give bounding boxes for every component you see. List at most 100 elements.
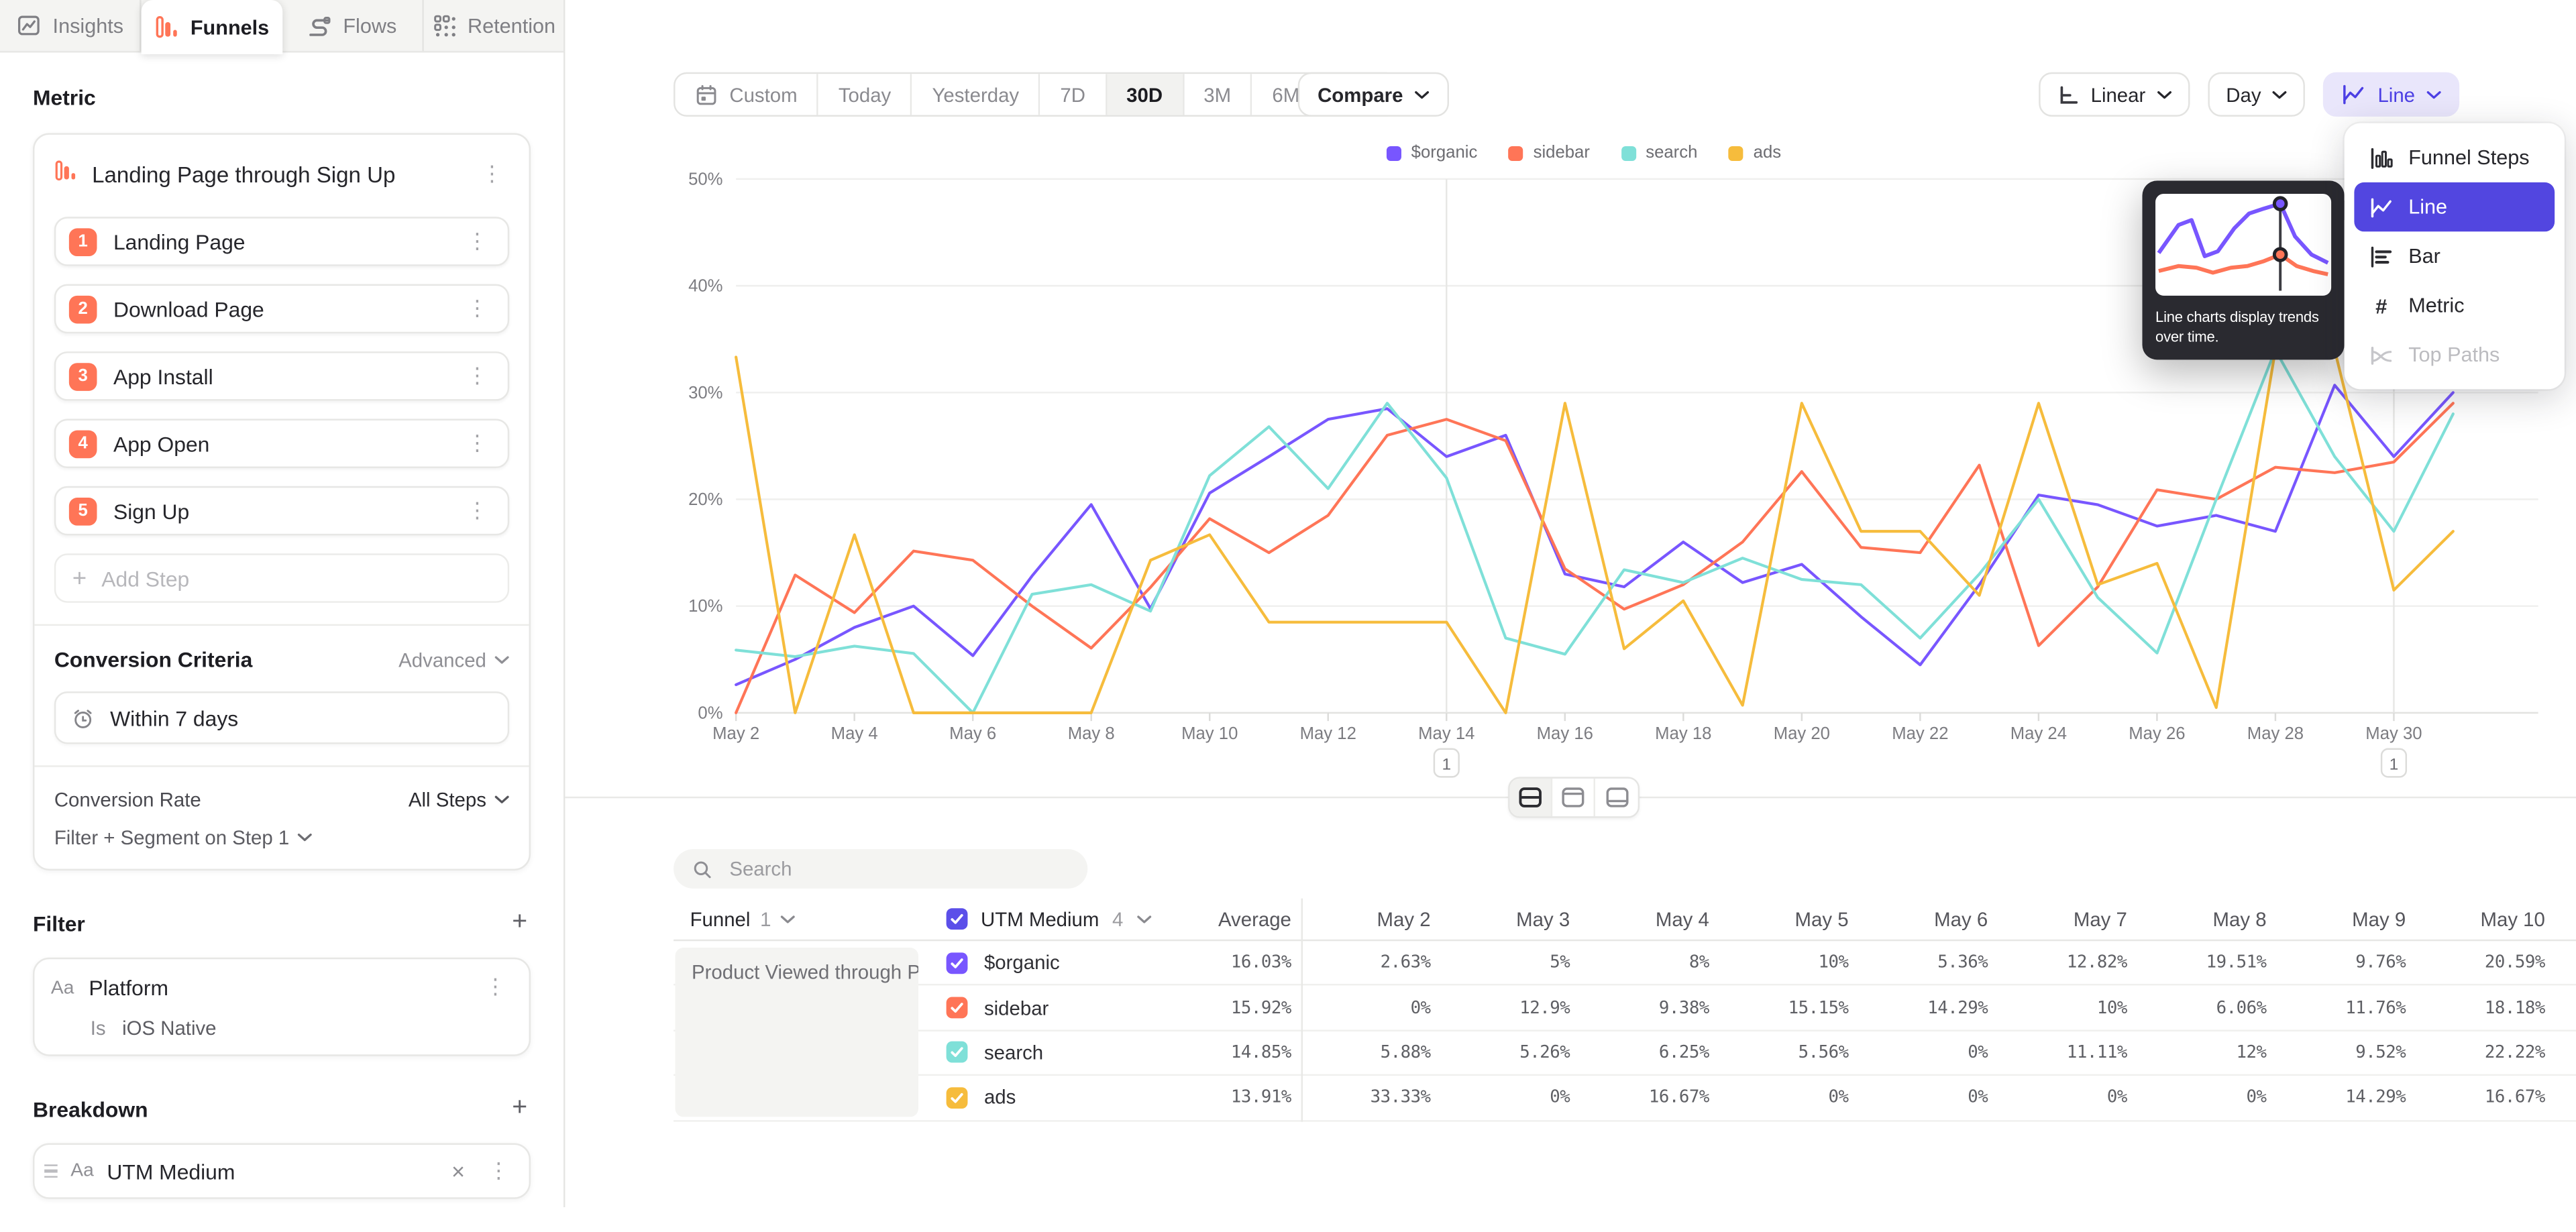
- legend-label: search: [1646, 143, 1697, 162]
- kebab-menu-icon[interactable]: ⋮: [460, 295, 494, 323]
- table-search: [674, 849, 1087, 889]
- breakdown-card[interactable]: Aa UTM Medium × ⋮: [33, 1143, 531, 1198]
- breakdown-column-header[interactable]: UTM Medium 4: [920, 907, 1216, 930]
- funnel-column-header[interactable]: Funnel 1: [674, 907, 920, 930]
- svg-text:1: 1: [1442, 755, 1451, 773]
- range-7d[interactable]: 7D: [1040, 74, 1107, 115]
- funnel-step-1[interactable]: 1Landing Page⋮: [54, 217, 509, 266]
- cell-value: 10%: [1719, 953, 1859, 972]
- svg-text:30%: 30%: [688, 384, 722, 402]
- scale-selector[interactable]: Linear: [2038, 72, 2190, 117]
- chart-type-dropdown: Funnel StepsLineBar#MetricTop Paths: [2345, 123, 2565, 390]
- layout-toggle-group: [1508, 777, 1640, 818]
- filter-property-row[interactable]: Aa Platform ⋮: [51, 974, 513, 1002]
- cell-value: 18.18%: [2416, 998, 2555, 1017]
- legend-itemads[interactable]: ads: [1729, 143, 1781, 162]
- drag-handle-icon[interactable]: [44, 1165, 58, 1178]
- cell-value: 5.36%: [1858, 953, 1998, 972]
- search-input[interactable]: [726, 856, 1069, 882]
- cell-value: 20.59%: [2416, 953, 2555, 972]
- funnel-step-2[interactable]: 2Download Page⋮: [54, 284, 509, 333]
- legend-itemorganic[interactable]: $organic: [1387, 143, 1477, 162]
- legend-itemsidebar[interactable]: sidebar: [1509, 143, 1590, 162]
- funnel-title-row[interactable]: Landing Page through Sign Up ⋮: [54, 154, 509, 194]
- cell-value: 11.11%: [1998, 1043, 2137, 1062]
- series-checkbox[interactable]: [947, 1087, 968, 1109]
- series-checkbox[interactable]: [947, 952, 968, 974]
- svg-text:May 22: May 22: [1892, 724, 1948, 743]
- menu-itemfunnel-steps[interactable]: Funnel Steps: [2354, 133, 2555, 182]
- conversion-rate-select[interactable]: All Steps: [409, 789, 509, 811]
- main-content: CustomTodayYesterday7D30D3M6M12M Compare…: [565, 0, 2576, 1207]
- compare-button[interactable]: Compare: [1298, 72, 1449, 117]
- funnel-step-3[interactable]: 3App Install⋮: [54, 351, 509, 400]
- svg-text:20%: 20%: [688, 490, 722, 509]
- add-filter-button[interactable]: +: [508, 910, 531, 936]
- range-3m[interactable]: 3M: [1184, 74, 1252, 115]
- range-today[interactable]: Today: [818, 74, 912, 115]
- cell-value: 22.22%: [2416, 1043, 2555, 1062]
- kebab-menu-icon[interactable]: ⋮: [460, 227, 494, 256]
- interval-selector[interactable]: Day: [2208, 72, 2305, 117]
- text-type-icon: Aa: [51, 978, 74, 997]
- kebab-menu-icon[interactable]: ⋮: [460, 429, 494, 457]
- kebab-menu-icon[interactable]: ⋮: [475, 160, 509, 188]
- step-label: Sign Up: [113, 498, 443, 523]
- cell-value: 12.82%: [1998, 953, 2137, 972]
- breakdown-section-header: Breakdown +: [33, 1095, 531, 1121]
- cell-value: 0%: [1440, 1088, 1580, 1107]
- kebab-menu-icon[interactable]: ⋮: [460, 497, 494, 525]
- cell-value: 14.29%: [1858, 998, 1998, 1017]
- cell-value: 9.38%: [1580, 998, 1719, 1017]
- svg-text:May 2: May 2: [712, 724, 759, 743]
- kebab-menu-icon[interactable]: ⋮: [478, 974, 513, 1002]
- date-range-toolbar: CustomTodayYesterday7D30D3M6M12M: [674, 72, 1400, 117]
- chevron-down-icon: [494, 655, 509, 665]
- svg-text:May 24: May 24: [2010, 724, 2067, 743]
- range-custom[interactable]: Custom: [676, 74, 819, 115]
- menu-itemline[interactable]: Line: [2354, 182, 2555, 231]
- funnel-step-4[interactable]: 4App Open⋮: [54, 418, 509, 467]
- tab-insights[interactable]: Insights: [0, 0, 142, 51]
- tab-label: Flows: [343, 14, 396, 37]
- cell-value: 19.51%: [2137, 953, 2277, 972]
- funnels-report-app: InsightsFunnelsFlowsRetention Metric Lan…: [0, 0, 2576, 1207]
- range-30d[interactable]: 30D: [1107, 74, 1184, 115]
- kebab-menu-icon[interactable]: ⋮: [482, 1157, 516, 1185]
- svg-text:May 26: May 26: [2129, 724, 2185, 743]
- tab-flows[interactable]: Flows: [282, 0, 423, 51]
- menu-itemmetric[interactable]: #Metric: [2354, 281, 2555, 330]
- split-view-toggle[interactable]: [1510, 779, 1553, 816]
- chart-type-selector[interactable]: Line: [2324, 72, 2460, 117]
- series-lineorganic: [736, 385, 2453, 685]
- tab-retention[interactable]: Retention: [423, 0, 564, 51]
- svg-text:50%: 50%: [688, 170, 722, 189]
- series-cell: search: [920, 1042, 1216, 1064]
- remove-breakdown-icon[interactable]: ×: [448, 1158, 468, 1184]
- add-step-button[interactable]: + Add Step: [54, 553, 509, 602]
- table-header-cellmay-5: May 5: [1719, 907, 1859, 930]
- tab-funnels[interactable]: Funnels: [142, 0, 282, 54]
- chart-only-toggle[interactable]: [1552, 779, 1595, 816]
- legend-itemsearch[interactable]: search: [1621, 143, 1697, 162]
- range-yesterday[interactable]: Yesterday: [912, 74, 1040, 115]
- menu-itembar[interactable]: Bar: [2354, 231, 2555, 280]
- add-breakdown-button[interactable]: +: [508, 1095, 531, 1121]
- bar-chart-icon: [2367, 244, 2394, 269]
- table-only-toggle[interactable]: [1595, 779, 1638, 816]
- select-all-checkbox[interactable]: [947, 908, 968, 930]
- chart-only-icon: [1561, 787, 1586, 808]
- table-header-cellmay-2: May 2: [1301, 907, 1441, 930]
- clock-icon: [70, 706, 95, 730]
- kebab-menu-icon[interactable]: ⋮: [460, 362, 494, 390]
- filter-segment-toggle[interactable]: Filter + Segment on Step 1: [54, 826, 509, 849]
- sidebar: InsightsFunnelsFlowsRetention Metric Lan…: [0, 0, 565, 1207]
- advanced-toggle[interactable]: Advanced: [398, 648, 509, 671]
- funnel-step-5[interactable]: 5Sign Up⋮: [54, 486, 509, 535]
- conversion-window[interactable]: Within 7 days: [54, 691, 509, 744]
- cell-value: 10%: [1998, 998, 2137, 1017]
- filter-operator: Is: [91, 1017, 106, 1040]
- series-checkbox[interactable]: [947, 1042, 968, 1064]
- series-checkbox[interactable]: [947, 997, 968, 1019]
- filter-condition-row[interactable]: Is iOS Native: [51, 1017, 513, 1040]
